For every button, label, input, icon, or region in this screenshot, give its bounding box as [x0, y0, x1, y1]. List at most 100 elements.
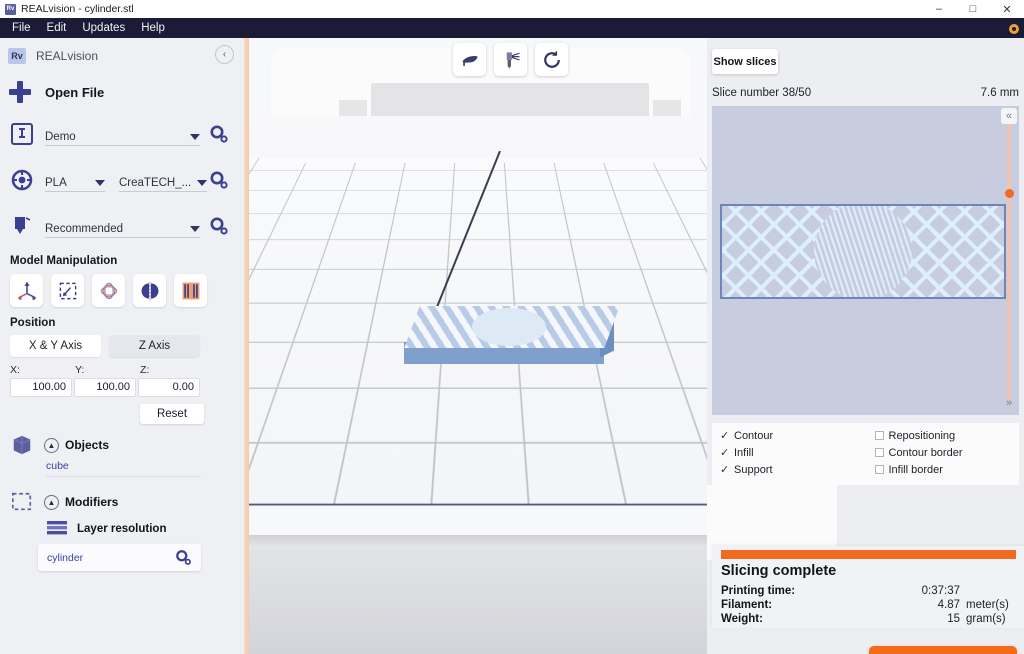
- modifier-layer-resolution[interactable]: Layer resolution: [46, 520, 244, 537]
- support-tool-button[interactable]: [174, 274, 207, 307]
- y-input[interactable]: 100.00: [74, 378, 136, 397]
- modifier-card-cylinder[interactable]: cylinder: [38, 544, 201, 571]
- printing-time-value: 0:37:37: [922, 585, 960, 597]
- open-file-label: Open File: [45, 85, 104, 100]
- result-row-filament: Filament: 4.87 meter(s): [721, 598, 1016, 612]
- options-column-right: Repositioning Contour border Infill bord…: [866, 423, 1020, 485]
- printing-time-key: Printing time:: [721, 585, 795, 597]
- modifier-card-gear-icon[interactable]: [174, 548, 193, 567]
- viewport-floor-edge: [249, 535, 707, 545]
- option-support[interactable]: ✓ Support: [712, 461, 866, 478]
- slice-slider-handle[interactable]: [1005, 189, 1014, 198]
- label-z: Z:: [140, 364, 205, 376]
- material-profile-value: CreaTECH_...: [119, 177, 191, 189]
- cube-icon: [10, 434, 34, 456]
- mirror-tool-button[interactable]: [133, 274, 166, 307]
- close-button[interactable]: ✕: [990, 0, 1024, 18]
- checkbox-icon: [875, 465, 884, 474]
- printer-settings-gear-icon[interactable]: [208, 123, 230, 145]
- model-cylinder-region: [472, 308, 546, 346]
- sidebar-brand: Rv REALvision: [0, 43, 244, 69]
- slice-info-row: Slice number 38/50 7.6 mm: [712, 85, 1019, 101]
- show-slices-button[interactable]: Show slices: [712, 49, 778, 74]
- position-title: Position: [0, 317, 244, 329]
- label-x: X:: [10, 364, 75, 376]
- filament-unit: meter(s): [960, 599, 1016, 611]
- menu-file[interactable]: File: [4, 18, 39, 38]
- export-button[interactable]: EXPORT: [869, 646, 1017, 654]
- options-column-left: ✓ Contour ✓ Infill ✓ Support: [712, 423, 866, 485]
- maximize-button[interactable]: □: [956, 0, 990, 18]
- z-input[interactable]: 0.00: [138, 378, 200, 397]
- x-input[interactable]: 100.00: [10, 378, 72, 397]
- option-repositioning[interactable]: Repositioning: [866, 427, 1020, 444]
- option-contour-label: Contour: [734, 430, 773, 442]
- material-settings-gear-icon[interactable]: [208, 169, 230, 191]
- modifier-label: Layer resolution: [77, 523, 166, 535]
- slice-contour: [720, 204, 1006, 299]
- printing-time-unit: [960, 585, 1016, 597]
- material-profile-select[interactable]: CreaTECH_...: [119, 168, 207, 192]
- minimize-button[interactable]: –: [922, 0, 956, 18]
- gear-icon[interactable]: [1008, 22, 1020, 34]
- title-bar: Rv REALvision - cylinder.stl – □ ✕: [0, 0, 1024, 18]
- tab-z-axis[interactable]: Z Axis: [109, 335, 200, 357]
- progress-bar: [721, 550, 1016, 559]
- weight-key: Weight:: [721, 613, 763, 625]
- object-item-cube[interactable]: cube: [46, 460, 201, 477]
- material-select-value: PLA: [45, 177, 67, 189]
- model-object[interactable]: [404, 306, 624, 376]
- slice-canvas[interactable]: « »: [712, 106, 1019, 415]
- printer-shoulder: [249, 116, 707, 158]
- slice-height-label: 7.6 mm: [981, 87, 1019, 99]
- quality-settings-gear-icon[interactable]: [208, 215, 230, 237]
- brand-name: REALvision: [36, 49, 98, 63]
- tab-xy-axis[interactable]: X & Y Axis: [10, 335, 101, 357]
- support-brush-icon[interactable]: [494, 43, 527, 76]
- menu-updates[interactable]: Updates: [74, 18, 133, 38]
- slice-cylinder-region: [814, 204, 912, 299]
- menu-bar: File Edit Updates Help: [0, 18, 1024, 38]
- slice-up-button[interactable]: «: [1001, 108, 1017, 124]
- option-support-label: Support: [734, 464, 773, 476]
- option-contour[interactable]: ✓ Contour: [712, 427, 866, 444]
- viewport-toolbar: [453, 43, 568, 76]
- label-y: Y:: [75, 364, 140, 376]
- option-contour-border[interactable]: Contour border: [866, 444, 1020, 461]
- objects-title: Objects: [65, 438, 109, 452]
- slice-display-options: ✓ Contour ✓ Infill ✓ Support Repositioni…: [712, 423, 1019, 485]
- menu-edit[interactable]: Edit: [39, 18, 75, 38]
- collapse-sidebar-button[interactable]: ‹: [215, 45, 234, 64]
- move-tool-button[interactable]: [10, 274, 43, 307]
- model-manipulation-title: Model Manipulation: [0, 255, 244, 267]
- refresh-icon[interactable]: [535, 43, 568, 76]
- chevron-down-icon: [190, 134, 200, 140]
- layers-icon: [46, 520, 68, 537]
- sidebar: Rv REALvision ‹ Open File Demo PLA CreaT…: [0, 38, 244, 654]
- objects-collapse-icon[interactable]: ▲: [44, 438, 59, 453]
- open-file-button[interactable]: Open File: [0, 73, 244, 111]
- modifier-card-label: cylinder: [47, 552, 83, 564]
- modifiers-collapse-icon[interactable]: ▲: [44, 495, 59, 510]
- reset-button[interactable]: Reset: [140, 404, 204, 424]
- flat-view-icon[interactable]: [453, 43, 486, 76]
- slicing-status-title: Slicing complete: [721, 563, 836, 579]
- rotate-tool-button[interactable]: [92, 274, 125, 307]
- slice-slider-track[interactable]: [1007, 112, 1011, 402]
- material-select[interactable]: PLA: [45, 168, 105, 192]
- option-infill[interactable]: ✓ Infill: [712, 444, 866, 461]
- 3d-viewport[interactable]: [249, 38, 707, 654]
- quality-select[interactable]: Recommended: [45, 214, 200, 238]
- result-row-weight: Weight: 15 gram(s): [721, 612, 1016, 626]
- slice-number-label: Slice number 38/50: [712, 87, 811, 99]
- printer-select[interactable]: Demo: [45, 122, 200, 146]
- quality-setting-row: Recommended: [0, 203, 244, 249]
- option-infill-border[interactable]: Infill border: [866, 461, 1020, 478]
- window-title: REALvision - cylinder.stl: [21, 3, 134, 15]
- viewport-base: [249, 545, 707, 654]
- coordinate-labels: X: Y: Z:: [0, 364, 244, 376]
- slice-down-button[interactable]: »: [1001, 395, 1017, 411]
- scale-tool-button[interactable]: [51, 274, 84, 307]
- menu-help[interactable]: Help: [133, 18, 173, 38]
- weight-unit: gram(s): [960, 613, 1016, 625]
